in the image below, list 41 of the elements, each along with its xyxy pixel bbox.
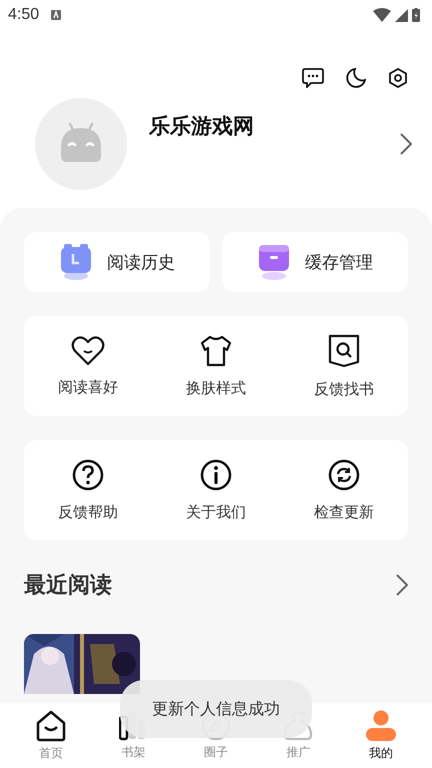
help-icon	[72, 458, 104, 490]
tool-label: 检查更新	[314, 502, 374, 522]
drawer-icon	[257, 243, 291, 281]
quick-action-label: 缓存管理	[305, 252, 373, 274]
heart-icon	[71, 336, 105, 366]
tab-item[interactable]: 首页	[10, 703, 92, 768]
clock-icon	[59, 243, 93, 281]
tool-label: 反馈帮助	[58, 502, 118, 522]
tool-item[interactable]: 检查更新	[280, 440, 408, 540]
person-icon	[366, 710, 396, 742]
message-icon[interactable]	[302, 68, 324, 88]
signal-icon	[395, 8, 408, 22]
tab-item[interactable]: 我的	[340, 703, 422, 768]
quick-action-card[interactable]: 阅读历史	[24, 232, 210, 292]
chevron-right-icon[interactable]	[396, 574, 408, 596]
section-title: 最近阅读	[24, 572, 112, 600]
tool-label: 反馈找书	[314, 380, 374, 398]
battery-icon	[412, 8, 420, 22]
user-name[interactable]: 乐乐游戏网	[149, 112, 400, 140]
tool-item[interactable]: 关于我们	[152, 440, 280, 540]
settings-icon[interactable]	[388, 68, 408, 88]
search-icon	[327, 334, 361, 368]
tool-item[interactable]: 阅读喜好	[24, 316, 152, 416]
info-icon	[200, 458, 232, 490]
status-time: 4:50	[8, 6, 40, 24]
chevron-right-icon[interactable]	[400, 133, 412, 155]
notification-icon	[51, 10, 62, 20]
moon-icon[interactable]	[346, 68, 366, 88]
tool-item[interactable]: 反馈帮助	[24, 440, 152, 540]
tool-item[interactable]: 反馈找书	[280, 316, 408, 416]
shirt-icon	[200, 334, 232, 366]
wifi-icon	[373, 8, 391, 22]
home-icon	[35, 710, 68, 742]
tool-label: 换肤样式	[186, 378, 246, 398]
quick-action-card[interactable]: 缓存管理	[222, 232, 408, 292]
tool-item[interactable]: 换肤样式	[152, 316, 280, 416]
quick-action-label: 阅读历史	[107, 252, 175, 274]
tool-label: 阅读喜好	[58, 378, 118, 396]
tool-label: 关于我们	[186, 502, 246, 522]
message-toast: 更新个人信息成功	[120, 680, 312, 738]
refresh-icon	[328, 458, 360, 490]
